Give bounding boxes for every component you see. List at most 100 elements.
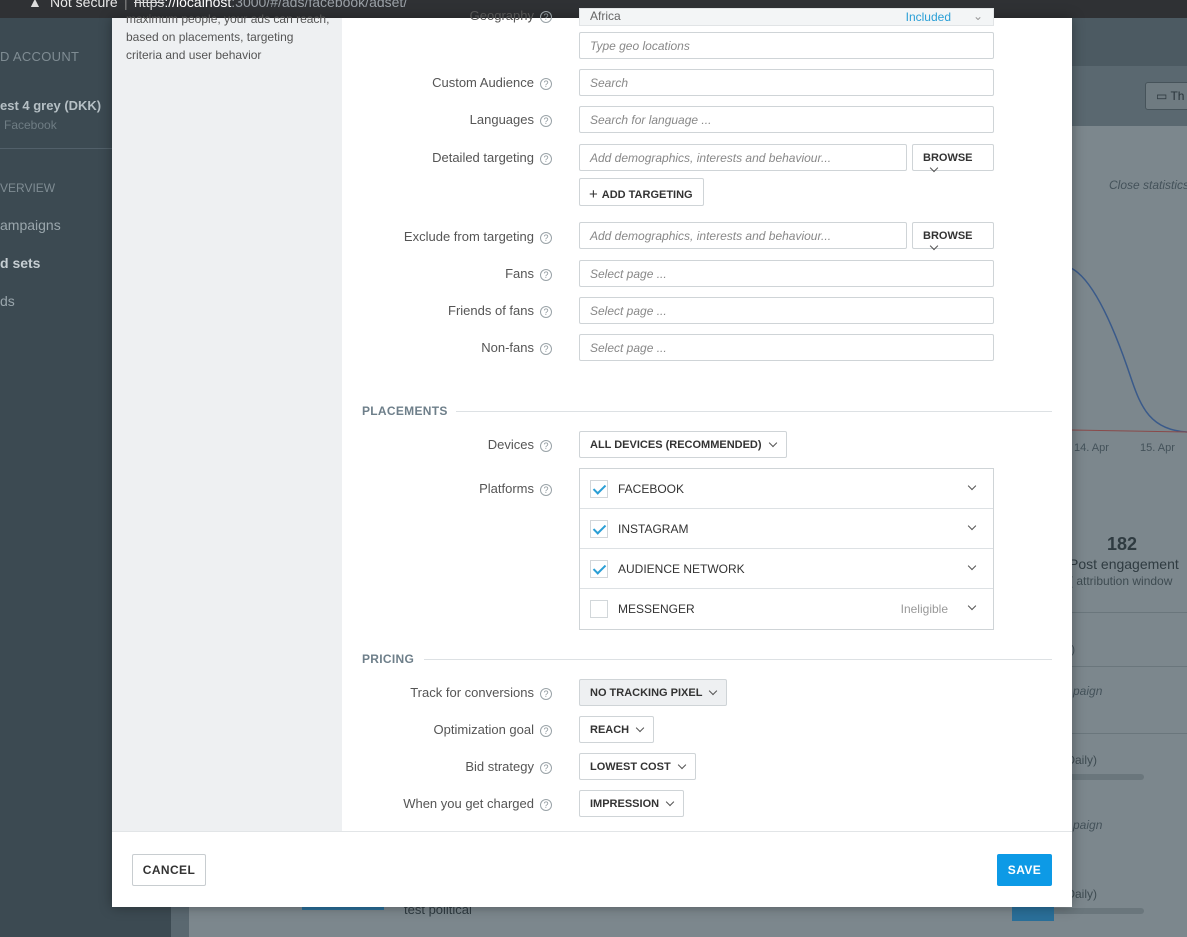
chart-tick-label: 14. Apr (1074, 442, 1109, 454)
chevron-down-icon (709, 686, 718, 696)
track-conversions-label: Track for conversions? (410, 685, 552, 700)
chevron-down-icon[interactable] (967, 601, 977, 611)
calendar-icon: ▭ (1156, 89, 1171, 103)
platform-name: INSTAGRAM (618, 522, 689, 536)
chevron-down-icon[interactable] (967, 521, 977, 531)
url-host: ://localhost (164, 0, 232, 10)
detailed-targeting-browse-button[interactable]: BROWSE (912, 144, 994, 173)
sidebar-item-ads: ds (0, 293, 15, 309)
chevron-down-icon[interactable] (967, 561, 977, 571)
browse-label: BROWSE (923, 152, 973, 164)
fans-input[interactable]: Select page ... (579, 260, 994, 287)
chevron-down-icon (677, 760, 686, 770)
geo-location-status[interactable]: Included (906, 10, 951, 24)
languages-label: Languages? (470, 112, 552, 127)
chevron-down-icon[interactable]: ⌄ (973, 9, 983, 23)
charged-label-text: When you get charged (403, 796, 534, 811)
languages-input[interactable]: Search for language ... (579, 106, 994, 133)
chevron-down-icon (768, 438, 777, 448)
friends-of-fans-label: Friends of fans? (448, 303, 552, 318)
platforms-label-text: Platforms (479, 481, 534, 496)
help-icon[interactable]: ? (540, 232, 552, 244)
modal-footer: CANCEL SAVE (112, 831, 1072, 907)
help-icon[interactable]: ? (540, 306, 552, 318)
help-icon[interactable]: ? (540, 725, 552, 737)
placements-heading: PLACEMENTS (362, 404, 448, 418)
non-fans-label: Non-fans? (481, 340, 552, 355)
account-heading: D ACCOUNT (0, 49, 80, 64)
non-fans-label-text: Non-fans (481, 340, 534, 355)
exclude-targeting-input[interactable]: Add demographics, interests and behaviou… (579, 222, 907, 249)
nav-heading: VERVIEW (0, 181, 56, 195)
tracking-pixel-dropdown[interactable]: NO TRACKING PIXEL (579, 679, 728, 706)
chevron-down-icon[interactable] (967, 481, 977, 491)
help-icon[interactable]: ? (540, 762, 552, 774)
metric-value: 182 (1107, 534, 1138, 554)
tracking-pixel-value: NO TRACKING PIXEL (590, 687, 703, 699)
geo-location-input[interactable]: Type geo locations (579, 32, 994, 59)
exclude-targeting-label-text: Exclude from targeting (403, 229, 534, 244)
platform-row-instagram[interactable]: INSTAGRAM (580, 509, 993, 549)
platforms-label: Platforms? (479, 481, 552, 496)
help-icon[interactable]: ? (540, 484, 552, 496)
devices-dropdown[interactable]: ALL DEVICES (RECOMMENDED) (579, 431, 787, 458)
help-icon[interactable]: ? (540, 78, 552, 90)
date-range-button: ▭ Th (1145, 82, 1187, 110)
detailed-targeting-input[interactable]: Add demographics, interests and behaviou… (579, 144, 907, 171)
help-icon[interactable]: ? (540, 440, 552, 452)
platform-row-facebook[interactable]: FACEBOOK (580, 469, 993, 509)
facebook-checkbox[interactable] (590, 480, 608, 498)
help-icon[interactable]: ? (540, 11, 552, 23)
chevron-down-icon (635, 723, 645, 733)
geo-location-chip[interactable]: Africa Included ⌄ (579, 8, 994, 26)
messenger-checkbox[interactable] (590, 600, 608, 618)
bid-strategy-label-text: Bid strategy (465, 759, 534, 774)
warning-icon: ▲ (28, 0, 42, 10)
add-targeting-button[interactable]: + ADD TARGETING (579, 178, 704, 206)
chevron-down-icon (929, 163, 939, 173)
url-text[interactable]: https://localhost:3000/#/ads/facebook/ad… (134, 0, 407, 10)
instagram-checkbox[interactable] (590, 520, 608, 538)
optimization-goal-label-text: Optimization goal (433, 722, 534, 737)
custom-audience-input[interactable]: Search (579, 69, 994, 96)
friends-of-fans-input[interactable]: Select page ... (579, 297, 994, 324)
exclude-targeting-browse-button[interactable]: BROWSE (912, 222, 994, 251)
charged-dropdown[interactable]: IMPRESSION (579, 790, 685, 817)
budget-bar-fill (1012, 907, 1054, 921)
bid-strategy-label: Bid strategy? (465, 759, 552, 774)
languages-label-text: Languages (469, 112, 534, 127)
audience-network-checkbox[interactable] (590, 560, 608, 578)
detailed-targeting-label: Detailed targeting? (432, 150, 552, 165)
campaign-label: paign (1073, 684, 1103, 698)
plus-icon: + (589, 186, 598, 203)
fans-label-text: Fans (505, 266, 534, 281)
platform-row-audience-network[interactable]: AUDIENCE NETWORK (580, 549, 993, 589)
geo-location-value: Africa (590, 9, 621, 23)
chevron-down-icon (665, 797, 675, 807)
platform-name: FACEBOOK (618, 482, 685, 496)
help-icon[interactable]: ? (540, 115, 552, 127)
chart-tick-label: 15. Apr (1140, 442, 1175, 454)
platforms-list: FACEBOOK INSTAGRAM AUDIENCE NETWORK MESS… (579, 468, 994, 630)
platform-row-messenger[interactable]: MESSENGER Ineligible (580, 589, 993, 629)
ad-set-modal: maximum people, your ads can reach, base… (112, 8, 1072, 907)
add-targeting-label: ADD TARGETING (601, 189, 693, 201)
devices-value: ALL DEVICES (RECOMMENDED) (590, 439, 762, 451)
help-icon[interactable]: ? (540, 153, 552, 165)
optimization-goal-label: Optimization goal? (434, 722, 552, 737)
chevron-down-icon (929, 241, 939, 251)
optimization-goal-dropdown[interactable]: REACH (579, 716, 655, 743)
cancel-button[interactable]: CANCEL (132, 854, 206, 886)
help-icon[interactable]: ? (540, 688, 552, 700)
browse-label: BROWSE (923, 230, 973, 242)
help-icon[interactable]: ? (540, 343, 552, 355)
help-icon[interactable]: ? (540, 799, 552, 811)
non-fans-input[interactable]: Select page ... (579, 334, 994, 361)
save-button[interactable]: SAVE (997, 854, 1052, 886)
close-statistics-link: Close statistics (1109, 178, 1187, 192)
bid-strategy-dropdown[interactable]: LOWEST COST (579, 753, 696, 780)
section-divider (424, 659, 1052, 660)
custom-audience-label-text: Custom Audience (432, 75, 534, 90)
help-icon[interactable]: ? (540, 269, 552, 281)
audience-description: maximum people, your ads can reach, base… (126, 12, 330, 62)
